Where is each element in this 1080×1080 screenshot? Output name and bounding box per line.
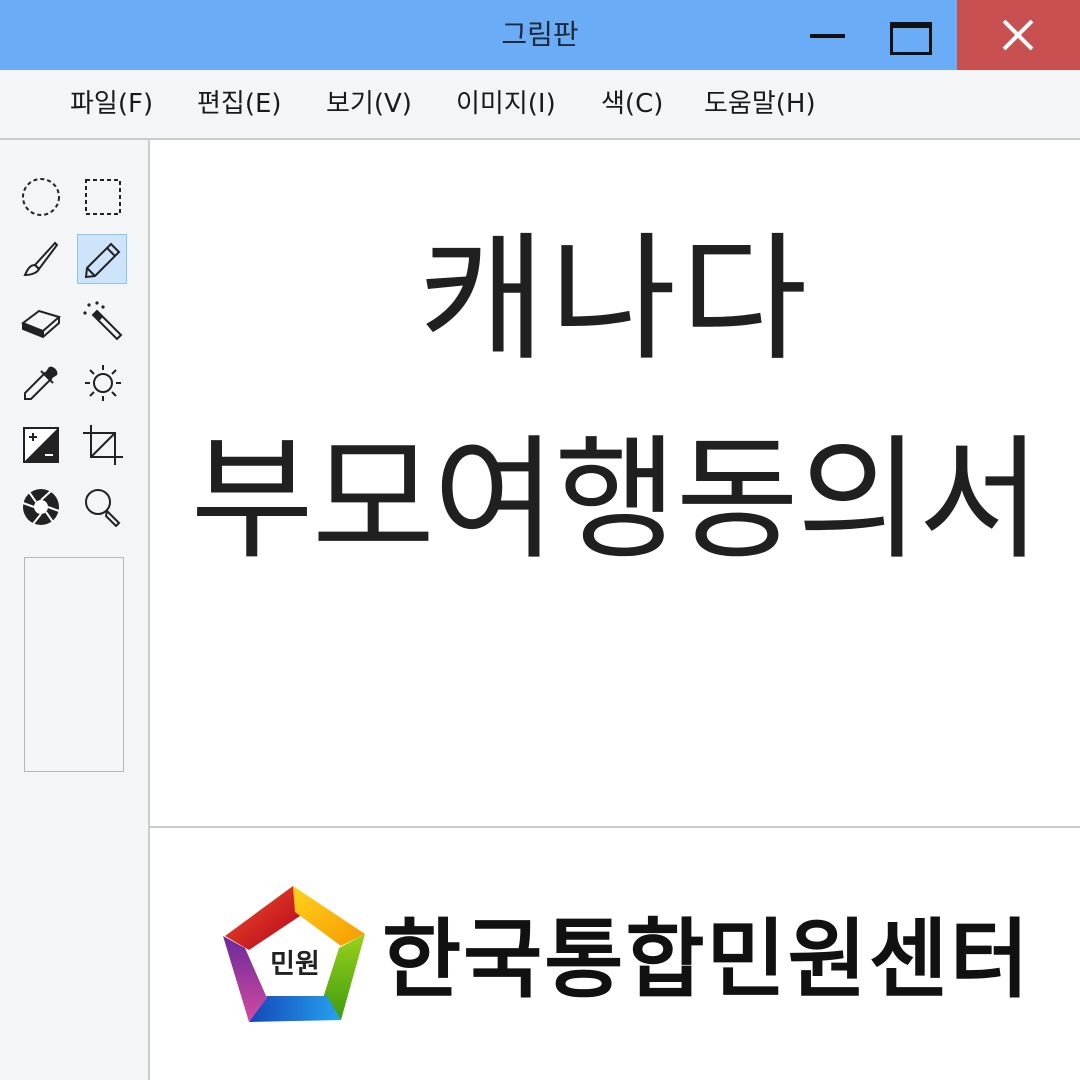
drawing-canvas[interactable]: 캐나다 부모여행동의서 민원 한국통합민원센터 [150,140,1080,1080]
tool-brush[interactable] [16,234,66,284]
menu-color[interactable]: 색(C) [601,70,663,138]
color-swatch-panel[interactable] [24,557,124,772]
menu-bar: 파일(F) 편집(E) 보기(V) 이미지(I) 색(C) 도움말(H) [0,70,1080,140]
maximize-button[interactable] [872,0,952,70]
menu-file[interactable]: 파일(F) [70,70,153,138]
canvas-divider [150,826,1080,828]
tool-zoom[interactable] [78,482,128,532]
rect-select-icon [85,179,121,215]
menu-view[interactable]: 보기(V) [326,70,412,138]
heading-line-2: 부모여행동의서 [190,422,1042,578]
pencil-icon [84,242,121,279]
minimize-button[interactable] [790,0,866,70]
eyedropper-icon [24,366,58,400]
tool-color-picker[interactable] [16,358,66,408]
logo-pentagon-icon: 민원 [223,884,365,1022]
tool-crop[interactable] [78,420,128,470]
ellipse-select-icon [22,178,60,216]
eraser-icon [21,309,61,339]
menu-edit[interactable]: 편집(E) [197,70,282,138]
tool-rect-select[interactable] [78,172,128,222]
brush-icon [23,241,59,277]
tool-eraser[interactable] [16,296,66,346]
title-bar[interactable]: 그림판 [0,0,1080,70]
tool-brightness[interactable] [78,358,128,408]
logo-wordmark: 한국통합민원센터 [382,910,1031,1010]
tool-contrast[interactable] [16,420,66,470]
menu-image[interactable]: 이미지(I) [456,70,556,138]
minimize-icon [810,34,845,38]
menu-help[interactable]: 도움말(H) [704,70,816,138]
tool-magic-wand[interactable] [78,296,128,346]
logo-badge-text: 민원 [270,949,320,980]
heading-line-1: 캐나다 [418,219,812,380]
contrast-icon [23,427,59,463]
magnifier-icon [85,489,121,527]
tool-pencil[interactable] [77,234,127,284]
tool-aperture[interactable] [16,482,66,532]
close-icon [1002,19,1034,51]
toolbox [0,140,150,1080]
aperture-icon [22,489,60,525]
maximize-icon [890,22,932,55]
magic-wand-icon [83,301,123,341]
close-button[interactable] [957,0,1080,70]
brightness-icon [85,365,121,401]
tool-ellipse-select[interactable] [16,172,66,222]
crop-icon [83,425,123,465]
